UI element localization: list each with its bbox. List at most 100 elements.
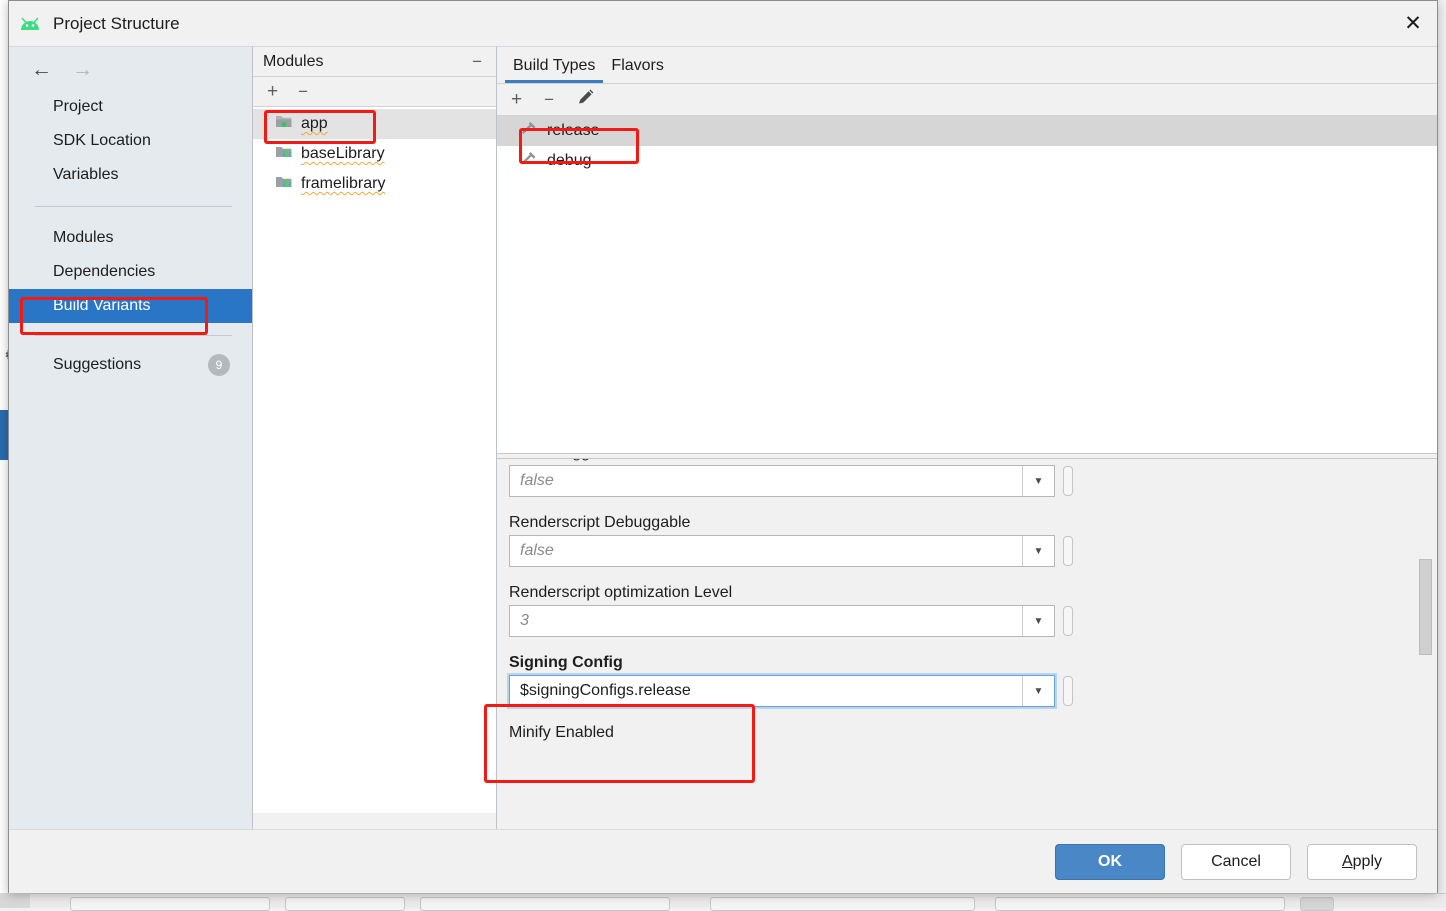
jni-debuggable-combo[interactable]: false ▼ — [509, 465, 1055, 497]
tab-label: Build Types — [513, 57, 595, 74]
cancel-button-label: Cancel — [1211, 853, 1261, 871]
tab-flavors[interactable]: Flavors — [603, 57, 671, 83]
sidebar-item-build-variants[interactable]: Build Variants — [9, 289, 252, 323]
modules-panel-header: Modules − — [253, 47, 496, 77]
modules-list: app baseLibrary — [253, 107, 496, 813]
plus-icon[interactable]: + — [511, 90, 522, 109]
ok-button[interactable]: OK — [1055, 844, 1165, 880]
list-item-label: baseLibrary — [301, 145, 385, 163]
cancel-button[interactable]: Cancel — [1181, 844, 1291, 880]
build-type-properties-form: Jni Debuggable false ▼ Renderscript Debu… — [497, 459, 1437, 824]
tab-label: Flavors — [611, 57, 663, 74]
background-toolbar-chip — [1300, 897, 1334, 911]
renderscript-debuggable-variable-button[interactable] — [1063, 536, 1073, 566]
library-module-icon — [275, 174, 293, 194]
property-label-signing-config: Signing Config — [509, 647, 1437, 675]
list-item-label: release — [547, 122, 599, 140]
settings-sidebar: ← → Project SDK Location Variables Modul… — [9, 46, 253, 829]
sidebar-divider — [35, 206, 232, 207]
ok-button-label: OK — [1098, 853, 1122, 871]
apply-button-label: pply — [1353, 853, 1382, 871]
sidebar-item-sdk-location[interactable]: SDK Location — [9, 124, 252, 158]
renderscript-optimization-level-variable-button[interactable] — [1063, 606, 1073, 636]
dialog-button-bar: OK Cancel Apply — [9, 829, 1437, 893]
renderscript-optimization-level-combo[interactable]: 3 ▼ — [509, 605, 1055, 637]
modules-panel: Modules − + − app — [253, 46, 497, 829]
list-item[interactable]: framelibrary — [253, 169, 496, 199]
property-row-signing-config: $signingConfigs.release ▼ — [509, 675, 1437, 707]
signing-config-combo[interactable]: $signingConfigs.release ▼ — [509, 675, 1055, 707]
hammer-icon — [519, 120, 538, 142]
status-badge: 9 — [208, 354, 230, 376]
navigation-arrows: ← → — [9, 47, 252, 90]
property-row-jni-debuggable: false ▼ — [509, 465, 1437, 497]
sidebar-item-label: Dependencies — [53, 263, 155, 281]
minus-icon[interactable]: − — [544, 91, 554, 108]
chevron-down-icon[interactable]: ▼ — [1022, 466, 1054, 496]
list-item-label: app — [301, 115, 328, 133]
apply-button[interactable]: Apply — [1307, 844, 1417, 880]
background-toolbar-chip — [710, 897, 975, 911]
sidebar-item-modules[interactable]: Modules — [9, 221, 252, 255]
list-item[interactable]: debug — [497, 146, 1437, 176]
page-title: Project Structure — [53, 14, 180, 34]
library-module-icon — [275, 144, 293, 164]
tab-build-types[interactable]: Build Types — [505, 57, 603, 83]
property-row-renderscript-debuggable: false ▼ — [509, 535, 1437, 567]
renderscript-debuggable-value: false — [510, 542, 1022, 560]
jni-debuggable-variable-button[interactable] — [1063, 466, 1073, 496]
property-label-minify-enabled: Minify Enabled — [509, 717, 1437, 745]
modules-panel-title: Modules — [263, 53, 323, 71]
sidebar-item-label: Project — [53, 98, 103, 116]
build-types-toolbar: + − — [497, 84, 1437, 116]
list-item[interactable]: app — [253, 109, 496, 139]
chevron-down-icon[interactable]: ▼ — [1022, 536, 1054, 566]
android-icon — [17, 13, 43, 35]
sidebar-divider — [35, 335, 232, 336]
list-item[interactable]: baseLibrary — [253, 139, 496, 169]
minus-icon[interactable]: − — [472, 53, 482, 70]
pencil-icon[interactable] — [576, 88, 595, 112]
background-toolbar-chip — [70, 897, 270, 911]
signing-config-variable-button[interactable] — [1063, 676, 1073, 706]
minus-icon[interactable]: − — [298, 83, 308, 100]
scrollbar-thumb[interactable] — [1419, 559, 1432, 655]
signing-config-input[interactable]: $signingConfigs.release — [510, 682, 1022, 700]
modules-toolbar: + − — [253, 77, 496, 107]
background-toolbar-chip — [420, 897, 670, 911]
sidebar-item-variables[interactable]: Variables — [9, 158, 252, 192]
build-types-list: release debug — [497, 116, 1437, 453]
hammer-icon — [519, 150, 538, 172]
close-icon[interactable]: ✕ — [1389, 1, 1437, 46]
jni-debuggable-value: false — [510, 472, 1022, 490]
plus-icon[interactable]: + — [267, 82, 278, 101]
chevron-down-icon[interactable]: ▼ — [1022, 606, 1054, 636]
arrow-right-icon[interactable]: → — [72, 59, 93, 80]
property-label-renderscript-optimization-level: Renderscript optimization Level — [509, 577, 1437, 605]
build-variants-panel: Build Types Flavors + − — [497, 46, 1437, 829]
renderscript-optimization-level-value: 3 — [510, 612, 1022, 630]
background-toolbar-chip — [995, 897, 1285, 911]
sidebar-item-label: Build Variants — [53, 297, 151, 315]
background-bottom-corner — [0, 893, 30, 908]
renderscript-debuggable-combo[interactable]: false ▼ — [509, 535, 1055, 567]
background-toolbar-chip — [285, 897, 405, 911]
properties-scrollbar[interactable] — [1419, 463, 1432, 818]
sidebar-item-suggestions[interactable]: Suggestions 9 — [9, 348, 252, 382]
list-item-label: framelibrary — [301, 175, 385, 193]
list-item-label: debug — [547, 152, 592, 170]
sidebar-item-dependencies[interactable]: Dependencies — [9, 255, 252, 289]
list-item[interactable]: release — [497, 116, 1437, 146]
tab-bar: Build Types Flavors — [497, 47, 1437, 83]
property-row-renderscript-optimization-level: 3 ▼ — [509, 605, 1437, 637]
chevron-down-icon[interactable]: ▼ — [1022, 676, 1054, 706]
arrow-left-icon[interactable]: ← — [31, 59, 52, 80]
sidebar-item-label: Suggestions — [53, 356, 141, 374]
property-label-renderscript-debuggable: Renderscript Debuggable — [509, 507, 1437, 535]
module-folder-icon — [275, 114, 293, 134]
sidebar-item-label: Variables — [53, 166, 119, 184]
sidebar-item-label: Modules — [53, 229, 113, 247]
dialog-titlebar: Project Structure ✕ — [9, 1, 1437, 46]
dialog-body: ← → Project SDK Location Variables Modul… — [9, 46, 1437, 829]
sidebar-item-project[interactable]: Project — [9, 90, 252, 124]
